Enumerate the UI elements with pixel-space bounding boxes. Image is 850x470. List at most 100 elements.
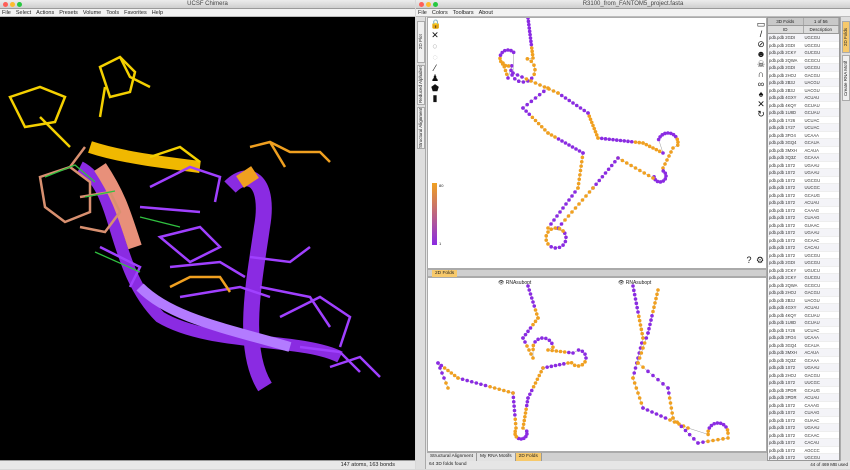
nucleotide[interactable] — [597, 178, 602, 183]
nucleotide[interactable] — [567, 143, 571, 147]
nucleotide[interactable] — [465, 378, 469, 383]
nucleotide[interactable] — [531, 300, 535, 304]
nucleotide[interactable] — [533, 96, 538, 100]
table-row[interactable]: pdb.pdb 1Y26 UCUAC — [768, 117, 839, 124]
table-row[interactable]: pdb.pdb 1U8D GCUAU — [768, 109, 839, 117]
nucleotide[interactable] — [543, 128, 547, 132]
table-row[interactable]: pdb.pdb 2GDI UGCGU — [768, 42, 839, 49]
table-row[interactable]: pdb.pdb 1S72 ACUAU — [768, 199, 839, 207]
nucleotide[interactable] — [526, 18, 530, 20]
nucleotide[interactable] — [573, 206, 578, 210]
nucleotide[interactable] — [509, 63, 514, 68]
table-row[interactable]: pdb.pdb 3PDR ACUAU — [768, 394, 839, 402]
nucleotide[interactable] — [452, 373, 457, 378]
nucleotide[interactable] — [667, 154, 671, 158]
nucleotide[interactable] — [640, 331, 644, 336]
nucleotide[interactable] — [669, 150, 673, 154]
nucleotide[interactable] — [436, 361, 440, 365]
table-row[interactable]: pdb.pdb 3PDR GCAUG — [768, 387, 839, 394]
table-row[interactable]: pdb.pdb 3FO4 UCAAA — [768, 132, 839, 139]
nucleotide[interactable] — [546, 86, 550, 90]
tab-2d-folds-right[interactable]: 2D Folds — [842, 21, 850, 53]
nucleotide[interactable] — [527, 29, 532, 34]
column-header-id[interactable]: ID — [768, 26, 804, 33]
nucleotide[interactable] — [533, 67, 537, 72]
nucleotide[interactable] — [558, 349, 563, 354]
nucleotide[interactable] — [515, 73, 520, 77]
nucleotide[interactable] — [626, 139, 630, 144]
nucleotide[interactable] — [639, 401, 644, 405]
nucleotide[interactable] — [607, 137, 612, 142]
nucleotide[interactable] — [511, 399, 516, 404]
nucleotide[interactable] — [638, 323, 643, 327]
nucleotide[interactable] — [546, 131, 550, 135]
nucleotide[interactable] — [726, 431, 730, 435]
nucleotide[interactable] — [553, 246, 558, 250]
nucleotide[interactable] — [532, 304, 537, 308]
nucleotide[interactable] — [675, 143, 680, 147]
minimize-window-icon[interactable] — [10, 2, 15, 7]
nucleotide[interactable] — [644, 142, 649, 147]
nucleotide[interactable] — [469, 379, 474, 384]
nucleotide[interactable] — [629, 139, 634, 144]
nucleotide[interactable] — [675, 420, 679, 424]
nucleotide[interactable] — [521, 422, 526, 427]
nucleotide[interactable] — [525, 399, 530, 404]
table-row[interactable]: pdb.pdb 2CKY UGUCU — [768, 267, 839, 274]
nucleotide[interactable] — [513, 429, 517, 434]
nucleotide[interactable] — [547, 338, 552, 343]
nucleotide[interactable] — [498, 59, 503, 64]
nucleotide[interactable] — [492, 386, 497, 390]
nucleotide[interactable] — [641, 406, 645, 410]
nucleotide[interactable] — [578, 173, 582, 177]
nucleotide[interactable] — [525, 344, 529, 348]
nucleotide[interactable] — [522, 418, 527, 423]
nucleotide[interactable] — [564, 202, 568, 206]
nucleotide[interactable] — [549, 364, 554, 369]
nucleotide[interactable] — [563, 96, 568, 100]
tab-2d-folds-bottom[interactable]: 2D Folds — [515, 453, 542, 461]
nucleotide[interactable] — [551, 89, 556, 93]
nucleotide[interactable] — [650, 410, 654, 414]
nucleotide[interactable] — [516, 79, 521, 84]
rna-2d-structure[interactable] — [428, 18, 768, 270]
nucleotide[interactable] — [571, 101, 575, 105]
nucleotide[interactable] — [587, 190, 592, 194]
nucleotide[interactable] — [668, 401, 673, 405]
nucleotide[interactable] — [706, 429, 710, 433]
tab-structural-alignment[interactable]: Structural Alignment — [417, 107, 425, 149]
nucleotide[interactable] — [562, 362, 566, 366]
nucleotide[interactable] — [683, 428, 688, 433]
nucleotide[interactable] — [546, 242, 550, 246]
nucleotide[interactable] — [655, 292, 659, 297]
folds-panel[interactable]: 👁 RNAsubopt 👁 RNAsubopt — [427, 277, 767, 452]
nucleotide[interactable] — [661, 151, 665, 155]
nucleotide[interactable] — [624, 161, 629, 165]
table-row[interactable]: pdb.pdb 1S72 CAAAG — [768, 207, 839, 214]
nucleotide[interactable] — [539, 124, 544, 129]
nucleotide[interactable] — [576, 181, 581, 186]
table-row[interactable]: pdb.pdb 1S72 UGAAU — [768, 169, 839, 177]
nucleotide[interactable] — [638, 168, 642, 173]
nucleotide[interactable] — [656, 377, 660, 382]
table-row[interactable]: pdb.pdb 2QWA GCGCU — [768, 282, 839, 289]
nucleotide[interactable] — [582, 108, 587, 113]
nucleotide[interactable] — [679, 424, 684, 429]
nucleotide[interactable] — [511, 391, 515, 395]
nucleotide[interactable] — [511, 71, 515, 75]
table-row[interactable]: pdb.pdb 3MXH ACAUA — [768, 147, 839, 154]
nucleotide[interactable] — [725, 428, 730, 432]
table-row[interactable]: pdb.pdb 1S72 UGCGU — [768, 177, 839, 184]
nucleotide[interactable] — [651, 146, 655, 150]
nucleotide[interactable] — [632, 381, 637, 385]
nucleotide[interactable] — [523, 414, 527, 419]
nucleotide[interactable] — [633, 166, 638, 170]
nucleotide[interactable] — [578, 168, 583, 173]
nucleotide[interactable] — [594, 182, 598, 187]
nucleotide[interactable] — [567, 198, 571, 202]
nucleotide[interactable] — [706, 432, 710, 437]
nucleotide[interactable] — [524, 407, 528, 412]
nucleotide[interactable] — [524, 403, 529, 408]
nucleotide[interactable] — [546, 226, 550, 230]
table-row[interactable]: pdb.pdb 2GDI UGCGU — [768, 259, 839, 267]
